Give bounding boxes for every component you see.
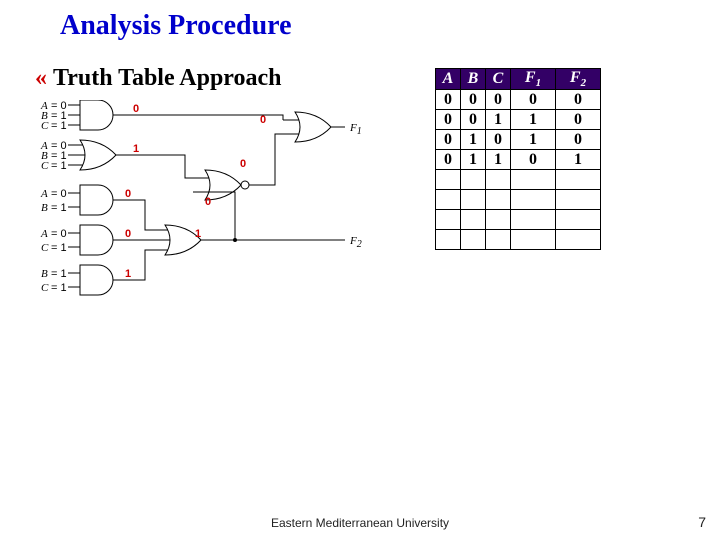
nor-out-val: 0 xyxy=(205,196,211,208)
table-cell: 1 xyxy=(511,130,556,150)
and-gate-bc xyxy=(68,265,128,295)
and-gate-abc xyxy=(68,100,128,130)
nor-gate xyxy=(193,170,263,200)
bullet-icon: « xyxy=(35,65,47,91)
output-F2: F2 xyxy=(349,235,362,250)
table-cell xyxy=(486,170,511,190)
table-cell xyxy=(556,210,601,230)
nor-in-bot-val: 0 xyxy=(240,158,246,170)
table-cell xyxy=(486,230,511,250)
label-B-g5: B xyxy=(41,268,48,280)
table-cell: 0 xyxy=(436,150,461,170)
table-cell xyxy=(511,230,556,250)
th-A: A xyxy=(436,69,461,90)
table-cell xyxy=(436,170,461,190)
table-row xyxy=(436,170,601,190)
table-cell: 1 xyxy=(461,150,486,170)
val-C-g1: = 1 xyxy=(51,120,67,132)
val-B-g5: = 1 xyxy=(51,268,67,280)
slide-subtitle: «Truth Table Approach xyxy=(35,65,282,92)
table-cell: 0 xyxy=(436,130,461,150)
table-cell xyxy=(486,190,511,210)
table-cell xyxy=(461,190,486,210)
logic-circuit-diagram: A = 0 B = 1 C = 1 0 A = 0 B = 1 C = 1 1 … xyxy=(25,100,395,360)
th-F2: F2 xyxy=(556,69,601,90)
table-cell xyxy=(556,230,601,250)
label-C-g5: C xyxy=(41,282,49,294)
table-cell xyxy=(436,210,461,230)
th-B: B xyxy=(461,69,486,90)
table-row: 00110 xyxy=(436,110,601,130)
table-cell: 0 xyxy=(556,130,601,150)
out-g2: 1 xyxy=(133,143,139,155)
table-cell xyxy=(461,230,486,250)
val-C-g2: = 1 xyxy=(51,160,67,172)
and-gate-ab xyxy=(68,185,128,215)
or-gate-f2 xyxy=(153,225,215,255)
table-cell xyxy=(511,170,556,190)
table-cell: 0 xyxy=(556,110,601,130)
table-cell xyxy=(486,210,511,230)
table-cell: 1 xyxy=(461,130,486,150)
table-cell: 0 xyxy=(436,90,461,110)
table-cell xyxy=(511,190,556,210)
val-B-g3: = 1 xyxy=(51,202,67,214)
out-g1: 0 xyxy=(133,103,139,115)
and-gate-ac xyxy=(68,225,128,255)
table-cell: 1 xyxy=(486,150,511,170)
nor-in-top-val: 0 xyxy=(260,114,266,126)
val-A-g4: = 0 xyxy=(51,228,67,240)
table-cell: 0 xyxy=(486,90,511,110)
table-cell: 0 xyxy=(436,110,461,130)
out-g4: 0 xyxy=(125,228,131,240)
th-F1: F1 xyxy=(511,69,556,90)
label-C-g4: C xyxy=(41,242,49,254)
label-A-g3: A xyxy=(40,188,48,200)
table-cell: 1 xyxy=(511,110,556,130)
or-gate-f1 xyxy=(283,112,345,142)
th-C: C xyxy=(486,69,511,90)
table-cell: 0 xyxy=(511,150,556,170)
table-cell xyxy=(436,230,461,250)
table-row: 00000 xyxy=(436,90,601,110)
table-cell xyxy=(511,210,556,230)
label-A-g4: A xyxy=(40,228,48,240)
label-C-g1: C xyxy=(41,120,49,132)
table-row: 01010 xyxy=(436,130,601,150)
truth-table: A B C F1 F2 00000001100101001101 xyxy=(435,68,601,250)
table-cell xyxy=(556,170,601,190)
table-row xyxy=(436,230,601,250)
val-C-g5: = 1 xyxy=(51,282,67,294)
slide-footer: Eastern Mediterranean University xyxy=(0,516,720,530)
output-F1: F1 xyxy=(349,122,362,137)
table-cell: 0 xyxy=(556,90,601,110)
subtitle-text: Truth Table Approach xyxy=(53,65,282,91)
table-cell: 1 xyxy=(486,110,511,130)
table-cell: 0 xyxy=(461,110,486,130)
table-row: 01101 xyxy=(436,150,601,170)
label-C-g2: C xyxy=(41,160,49,172)
table-row xyxy=(436,190,601,210)
slide-title: Analysis Procedure xyxy=(60,10,292,42)
table-cell: 1 xyxy=(556,150,601,170)
table-cell: 0 xyxy=(511,90,556,110)
val-C-g4: = 1 xyxy=(51,242,67,254)
table-cell xyxy=(436,190,461,210)
table-cell xyxy=(461,210,486,230)
table-cell: 0 xyxy=(486,130,511,150)
out-g5: 1 xyxy=(125,268,131,280)
truth-table-header: A B C F1 F2 xyxy=(436,69,601,90)
or-mid-val: 1 xyxy=(195,228,201,240)
page-number: 7 xyxy=(698,514,706,530)
out-g3: 0 xyxy=(125,188,131,200)
table-row xyxy=(436,210,601,230)
val-A-g3: = 0 xyxy=(51,188,67,200)
table-cell: 0 xyxy=(461,90,486,110)
table-cell xyxy=(461,170,486,190)
label-B-g3: B xyxy=(41,202,48,214)
table-cell xyxy=(556,190,601,210)
or-gate-abc xyxy=(68,140,130,170)
